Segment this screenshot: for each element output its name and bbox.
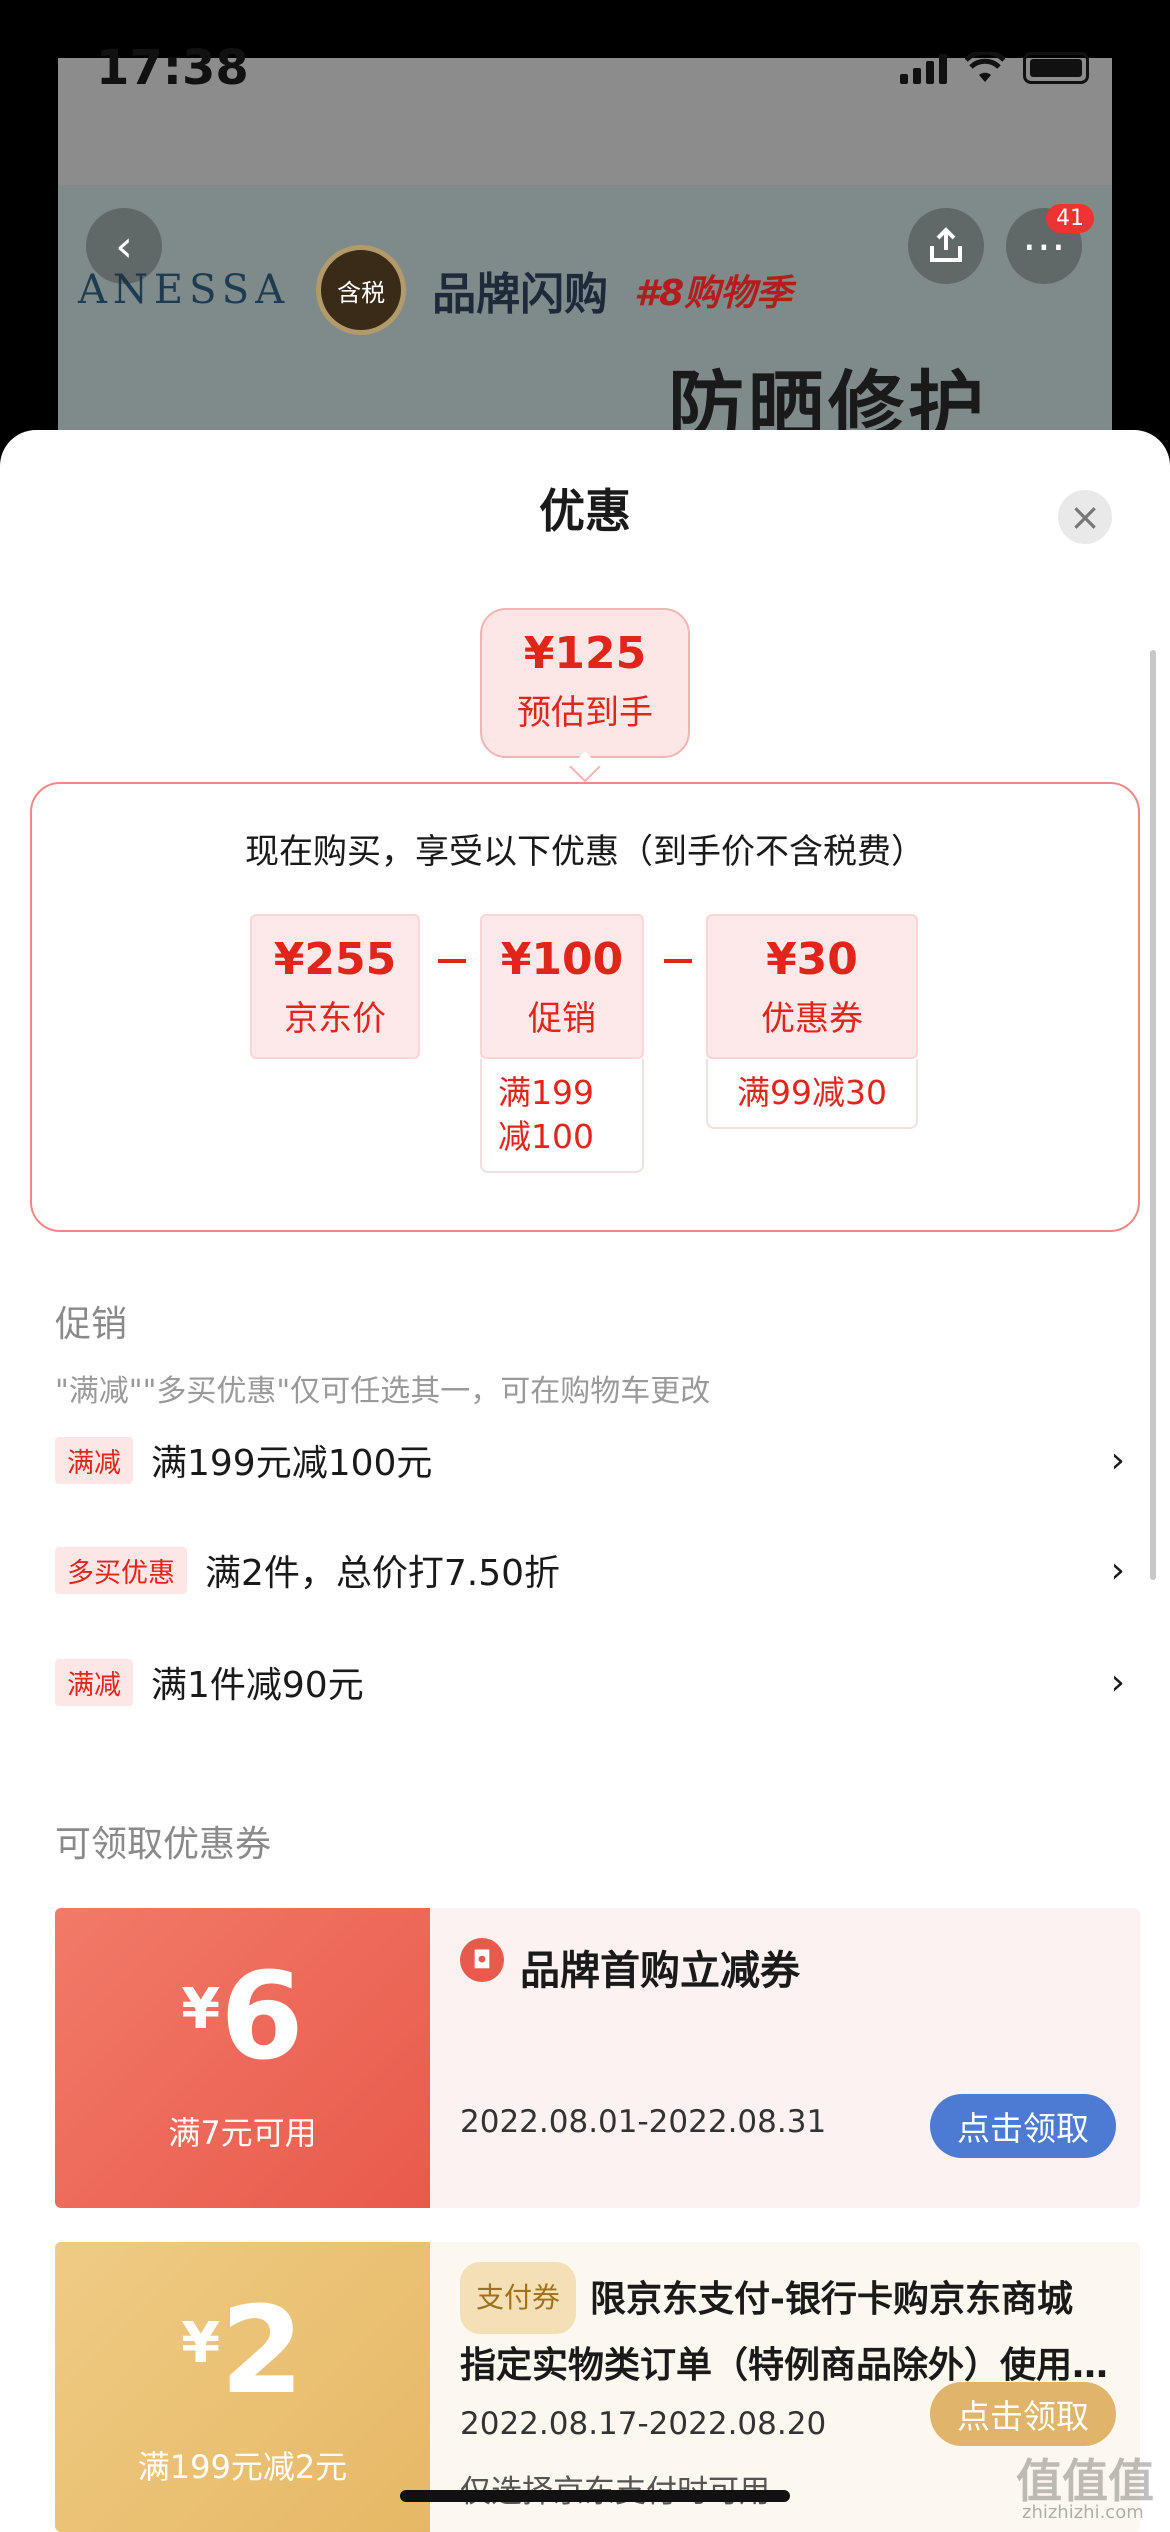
coupon-value: ¥2 (55, 2282, 430, 2421)
estimated-price-label: 预估到手 (517, 693, 653, 733)
flash-sale-label: 品牌闪购 (432, 269, 609, 320)
coupon-amount: 2 (220, 2282, 304, 2421)
coupon-value: ¥6 (55, 1948, 430, 2087)
coupon-currency: ¥ (181, 1977, 221, 2042)
share-button[interactable] (908, 208, 984, 284)
coupon-date: 2022.08.17-2022.08.20 (460, 2406, 827, 2442)
promotion-item[interactable]: 多买优惠 满2件，总价打7.50折 › (55, 1540, 1125, 1600)
close-button[interactable]: × (1058, 490, 1112, 544)
notification-badge: 41 (1046, 204, 1094, 233)
coupon-box: ¥30 优惠券 (706, 914, 918, 1059)
promotion-tag: 满减 (55, 1436, 133, 1484)
scrollbar[interactable] (1150, 650, 1156, 1580)
coupon-description: 支付券 限京东支付-银行卡购京东商城 指定实物类订单（特例商品除外）使用… (460, 2262, 1120, 2398)
coupon-info: ◘ 品牌首购立减券 2022.08.01-2022.08.31 点击领取 (430, 1908, 1140, 2208)
chevron-right-icon: › (1110, 1439, 1125, 1481)
coupon-currency: ¥ (181, 2311, 221, 2376)
status-icons (900, 52, 1089, 84)
claim-coupon-button[interactable]: 点击领取 (930, 2382, 1116, 2446)
coupon-label: 优惠券 (761, 999, 863, 1039)
promotion-label: 促销 (528, 999, 596, 1039)
promotion-amount: ¥100 (500, 934, 624, 985)
watermark-site: zhizhizhi.com (1022, 2502, 1144, 2523)
home-indicator[interactable] (400, 2490, 790, 2502)
shopping-season-tag: #8购物季 (634, 273, 793, 314)
cellular-signal-icon (900, 52, 947, 84)
coupon-condition: 满7元可用 (168, 2114, 317, 2152)
discount-sheet: 优惠 × ¥125 预估到手 现在购买，享受以下优惠（到手价不含税费） ¥255… (0, 430, 1170, 2532)
coupon-desc-line2: 指定实物类订单（特例商品除外）使用… (460, 2345, 1109, 2386)
coupon-sub-note: 仅选择京东支付时可用 (460, 2466, 770, 2511)
promotion-text: 满1件减90元 (151, 1665, 364, 1706)
promotion-item[interactable]: 满减 满199元减100元 › (55, 1430, 1125, 1490)
estimated-price-box: ¥125 预估到手 (480, 608, 690, 758)
promotion-condition-line2: 减100 (498, 1117, 594, 1156)
chevron-right-icon: › (1110, 1661, 1125, 1703)
wifi-icon (965, 52, 1005, 82)
price-breakdown: 现在购买，享受以下优惠（到手价不含税费） ¥255 京东价 ¥100 促销 满1… (30, 782, 1140, 1232)
promotion-text: 满199元减100元 (151, 1443, 433, 1484)
coupon-amount: 6 (220, 1948, 304, 2087)
coupon-value-panel: ¥6 满7元可用 (55, 1908, 430, 2208)
promotion-condition-line1: 满199 (498, 1073, 594, 1112)
status-bar: 17:38 (0, 0, 1170, 130)
chevron-right-icon: › (1110, 1549, 1125, 1591)
coupon-card: ¥2 满199元减2元 支付券 限京东支付-银行卡购京东商城 指定实物类订单（特例… (55, 2242, 1140, 2532)
coupon-desc-line1: 限京东支付-银行卡购京东商城 (590, 2279, 1073, 2320)
coupons-title: 可领取优惠券 (55, 1824, 272, 1865)
sheet-title: 优惠 (539, 484, 631, 538)
status-time: 17:38 (96, 40, 249, 96)
promotion-condition: 满199 减100 (480, 1059, 644, 1173)
jd-price-label: 京东价 (284, 999, 386, 1039)
promotions-note: "满减""多买优惠"仅可任选其一，可在购物车更改 (55, 1374, 711, 1409)
coupon-date: 2022.08.01-2022.08.31 (460, 2104, 827, 2140)
shop-bag-icon: ◘ (460, 1938, 504, 1982)
tax-included-seal: 含税 (316, 245, 407, 335)
promotion-tag: 多买优惠 (55, 1546, 187, 1594)
jd-price-amount: ¥255 (273, 934, 397, 985)
promotion-item[interactable]: 满减 满1件减90元 › (55, 1652, 1125, 1712)
coupon-title: 品牌首购立减券 (520, 1948, 800, 1994)
banner-logos: ANESSA 含税 品牌闪购 #8购物季 (78, 245, 792, 335)
promotion-text: 满2件，总价打7.50折 (205, 1553, 561, 1594)
promotion-box: ¥100 促销 (480, 914, 644, 1059)
coupon-condition: 满99减30 (706, 1059, 918, 1129)
coupon-value-panel: ¥2 满199元减2元 (55, 2242, 430, 2532)
claim-coupon-button[interactable]: 点击领取 (930, 2094, 1116, 2158)
jd-price-box: ¥255 京东价 (250, 914, 420, 1059)
battery-icon (1023, 52, 1089, 84)
breakdown-headline: 现在购买，享受以下优惠（到手价不含税费） (245, 832, 925, 872)
coupon-card: ¥6 满7元可用 ◘ 品牌首购立减券 2022.08.01-2022.08.31… (55, 1908, 1140, 2208)
estimated-price-amount: ¥125 (523, 628, 647, 679)
chevron-left-icon: ‹ (115, 220, 133, 272)
coupon-amount: ¥30 (766, 934, 858, 985)
close-icon: × (1069, 495, 1101, 539)
promotions-title: 促销 (55, 1304, 128, 1345)
coupon-condition: 满199元减2元 (137, 2448, 348, 2486)
pay-coupon-tag: 支付券 (460, 2262, 577, 2334)
share-icon (930, 227, 962, 262)
promotion-tag: 满减 (55, 1658, 133, 1706)
minus-sign (664, 959, 692, 963)
minus-sign (438, 959, 466, 963)
back-button[interactable]: ‹ (86, 208, 162, 284)
